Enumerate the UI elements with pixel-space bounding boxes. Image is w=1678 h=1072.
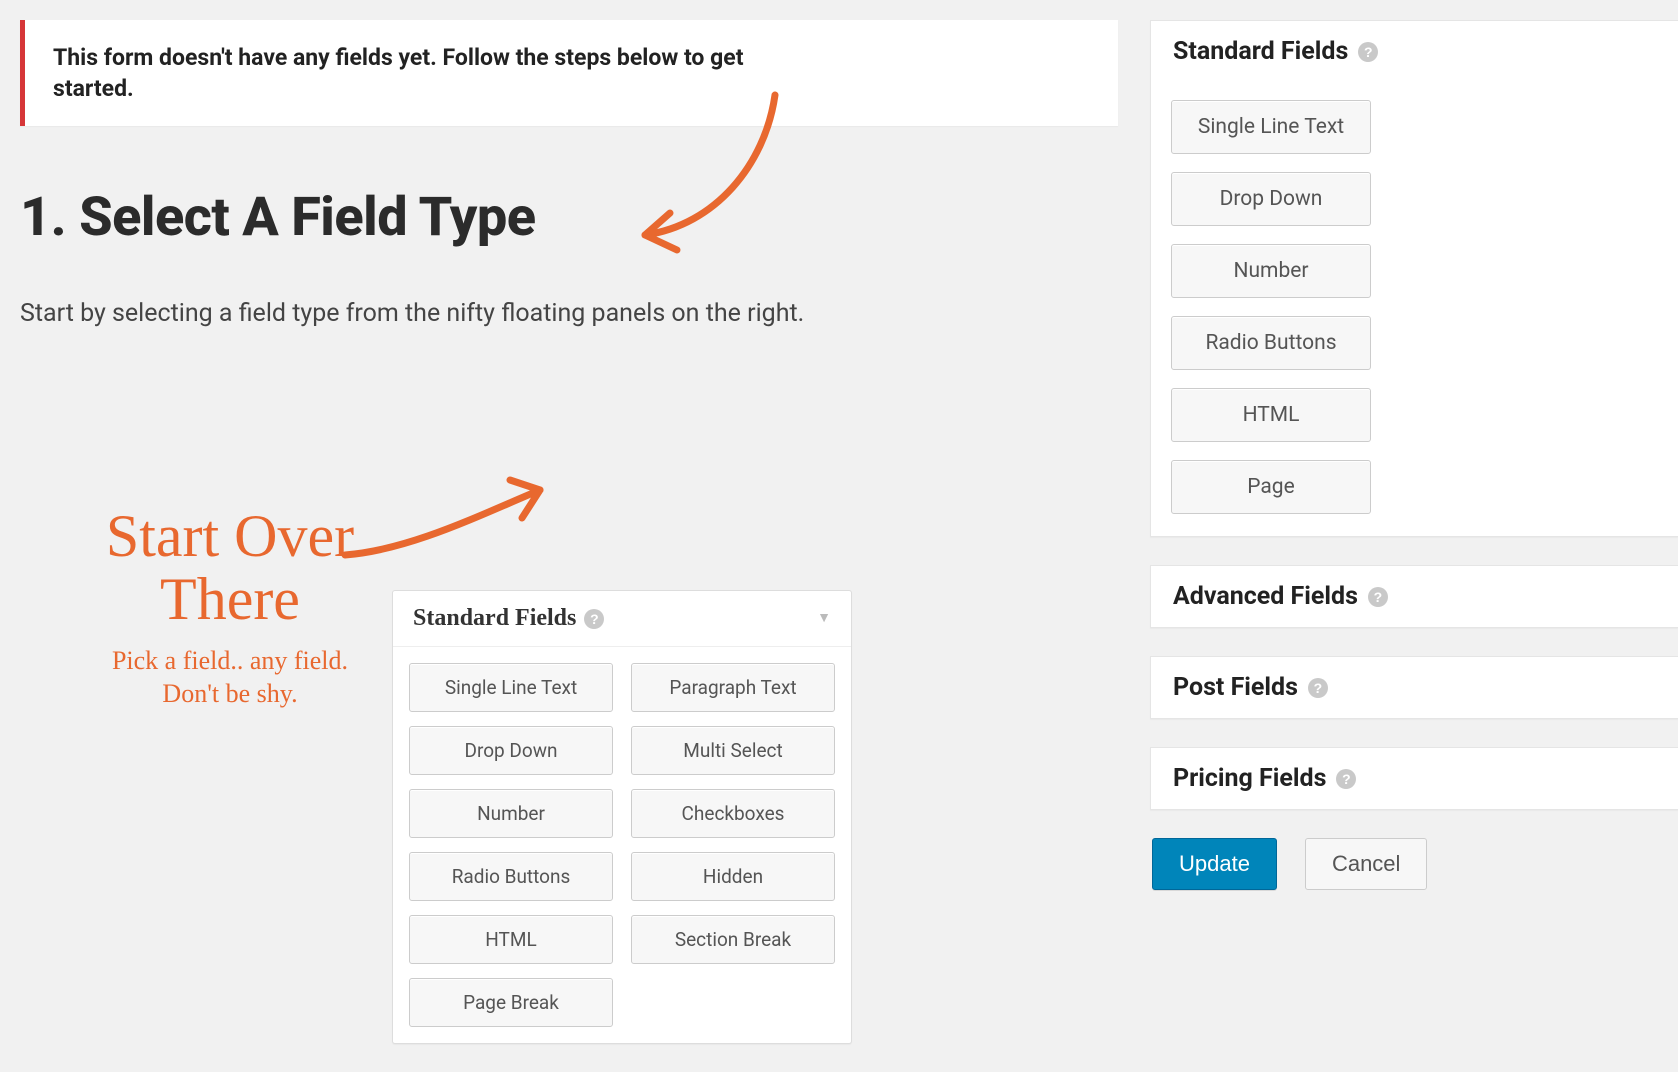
help-icon[interactable]: ? xyxy=(1358,42,1378,62)
annotation-sub-2: Don't be shy. xyxy=(162,679,297,708)
update-button[interactable]: Update xyxy=(1152,838,1277,890)
step-description: Start by selecting a field type from the… xyxy=(20,299,1118,328)
arrow-icon xyxy=(615,85,795,265)
step-heading: 1. Select A Field Type xyxy=(20,186,1118,249)
empty-form-notice: This form doesn't have any fields yet. F… xyxy=(20,20,1118,126)
field-type-button[interactable]: HTML xyxy=(409,915,613,964)
demo-panel-title: Standard Fields xyxy=(413,605,576,632)
pricing-fields-panel[interactable]: Pricing Fields ? xyxy=(1150,747,1678,810)
field-type-button[interactable]: Radio Buttons xyxy=(1171,316,1371,370)
demo-panel-header[interactable]: Standard Fields ? ▼ xyxy=(393,591,851,647)
field-type-button[interactable]: Page xyxy=(1171,460,1371,514)
advanced-fields-panel[interactable]: Advanced Fields ? xyxy=(1150,565,1678,628)
field-type-button[interactable]: Radio Buttons xyxy=(409,852,613,901)
field-type-button[interactable]: Drop Down xyxy=(409,726,613,775)
post-fields-panel[interactable]: Post Fields ? xyxy=(1150,656,1678,719)
pricing-fields-title: Pricing Fields xyxy=(1173,764,1326,793)
field-type-button[interactable]: HTML xyxy=(1171,388,1371,442)
advanced-fields-title: Advanced Fields xyxy=(1173,582,1358,611)
standard-fields-header[interactable]: Standard Fields ? xyxy=(1151,21,1678,82)
field-type-button[interactable]: Single Line Text xyxy=(409,663,613,712)
field-type-button[interactable]: Paragraph Text xyxy=(631,663,835,712)
field-type-button[interactable]: Drop Down xyxy=(1171,172,1371,226)
annotation-sub-1: Pick a field.. any field. xyxy=(112,646,348,675)
field-type-button[interactable]: Hidden xyxy=(631,852,835,901)
standard-fields-title: Standard Fields xyxy=(1173,37,1348,66)
field-type-button[interactable]: Multi Select xyxy=(631,726,835,775)
form-actions: Update Cancel xyxy=(1150,838,1678,890)
field-type-button[interactable]: Number xyxy=(1171,244,1371,298)
field-type-button[interactable]: Section Break xyxy=(631,915,835,964)
help-icon[interactable]: ? xyxy=(1336,769,1356,789)
field-type-button[interactable]: Single Line Text xyxy=(1171,100,1371,154)
help-icon[interactable]: ? xyxy=(584,609,604,629)
field-type-button[interactable]: Checkboxes xyxy=(631,789,835,838)
arrow-icon xyxy=(330,460,570,580)
standard-fields-panel: Standard Fields ? Single Line Text Drop D… xyxy=(1150,20,1678,537)
demo-standard-fields-panel: Standard Fields ? ▼ Single Line Text Para… xyxy=(392,590,852,1044)
help-icon[interactable]: ? xyxy=(1368,587,1388,607)
field-type-button[interactable]: Number xyxy=(409,789,613,838)
post-fields-title: Post Fields xyxy=(1173,673,1298,702)
cancel-button[interactable]: Cancel xyxy=(1305,838,1427,890)
chevron-down-icon: ▼ xyxy=(817,611,831,627)
field-type-button[interactable]: Page Break xyxy=(409,978,613,1027)
help-icon[interactable]: ? xyxy=(1308,678,1328,698)
